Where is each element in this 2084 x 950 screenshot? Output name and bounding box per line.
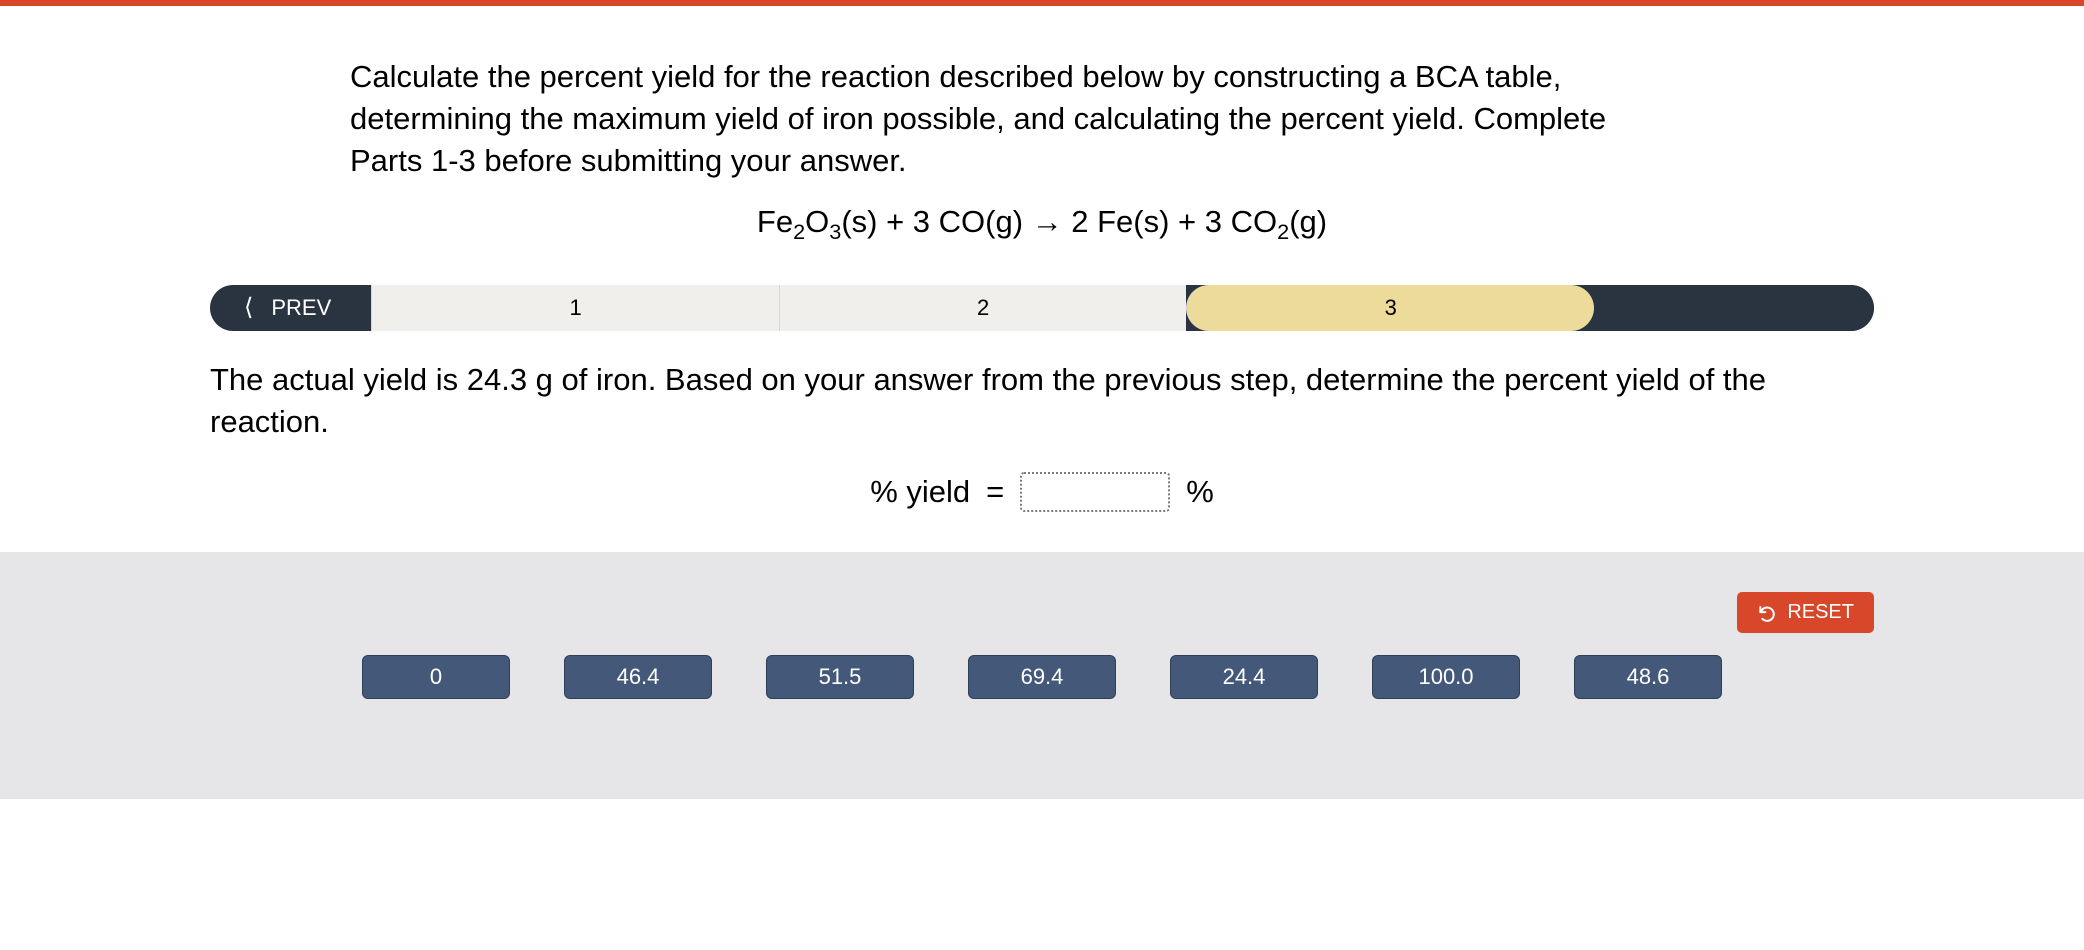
answer-tile[interactable]: 0	[362, 655, 510, 699]
step-tab-1[interactable]: 1	[371, 285, 779, 331]
prev-button[interactable]: ⟨ PREV	[210, 285, 371, 331]
prev-label: PREV	[271, 295, 331, 321]
nav-tail	[1594, 285, 1874, 331]
eq-part: Fe	[757, 204, 793, 239]
step-navigation: ⟨ PREV 1 2 3	[210, 285, 1874, 331]
eq-sub: 2	[1277, 219, 1289, 244]
eq-part: (s) + 3 CO(g) → 2 Fe(s) + 3 CO	[841, 204, 1277, 239]
step-tab-2[interactable]: 2	[779, 285, 1187, 331]
yield-unit: %	[1186, 474, 1214, 510]
eq-part: (g)	[1289, 204, 1327, 239]
question-intro: Calculate the percent yield for the reac…	[210, 56, 1874, 182]
eq-sub: 2	[793, 219, 805, 244]
answer-tile-area: RESET 0 46.4 51.5 69.4 24.4 100.0 48.6	[0, 552, 2084, 799]
answer-tile[interactable]: 46.4	[564, 655, 712, 699]
yield-drop-target[interactable]	[1020, 472, 1170, 512]
step-prompt: The actual yield is 24.3 g of iron. Base…	[210, 359, 1874, 443]
answer-tile[interactable]: 48.6	[1574, 655, 1722, 699]
eq-sub: 3	[829, 219, 841, 244]
equals-sign: =	[986, 474, 1004, 510]
answer-tiles-row: 0 46.4 51.5 69.4 24.4 100.0 48.6	[210, 655, 1874, 699]
answer-tile[interactable]: 69.4	[968, 655, 1116, 699]
yield-equation-row: % yield = %	[210, 472, 1874, 512]
yield-label: % yield	[870, 474, 970, 510]
answer-tile[interactable]: 24.4	[1170, 655, 1318, 699]
content-area: Calculate the percent yield for the reac…	[0, 6, 2084, 799]
step-tab-3[interactable]: 3	[1186, 285, 1594, 331]
undo-icon	[1757, 603, 1777, 623]
chevron-left-icon: ⟨	[244, 293, 253, 322]
eq-part: O	[805, 204, 829, 239]
answer-tile[interactable]: 51.5	[766, 655, 914, 699]
reset-label: RESET	[1787, 601, 1854, 624]
chemical-equation: Fe2O3(s) + 3 CO(g) → 2 Fe(s) + 3 CO2(g)	[210, 204, 1874, 245]
answer-tile[interactable]: 100.0	[1372, 655, 1520, 699]
reset-button[interactable]: RESET	[1737, 592, 1874, 633]
